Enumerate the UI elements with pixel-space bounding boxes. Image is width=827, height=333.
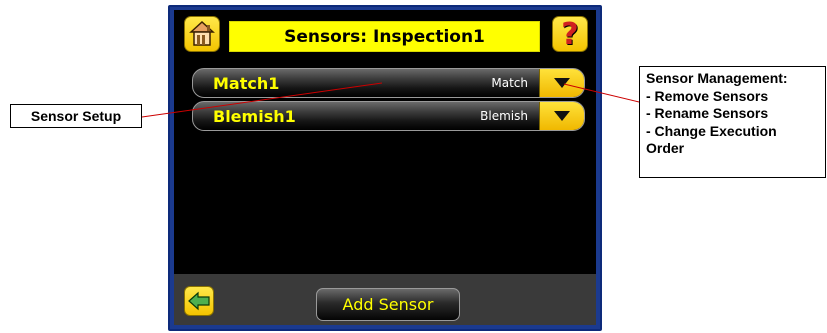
sensor-setup-leader-line [141, 82, 383, 118]
sensor-management-leader-line [563, 83, 640, 103]
leader-lines [141, 82, 640, 118]
